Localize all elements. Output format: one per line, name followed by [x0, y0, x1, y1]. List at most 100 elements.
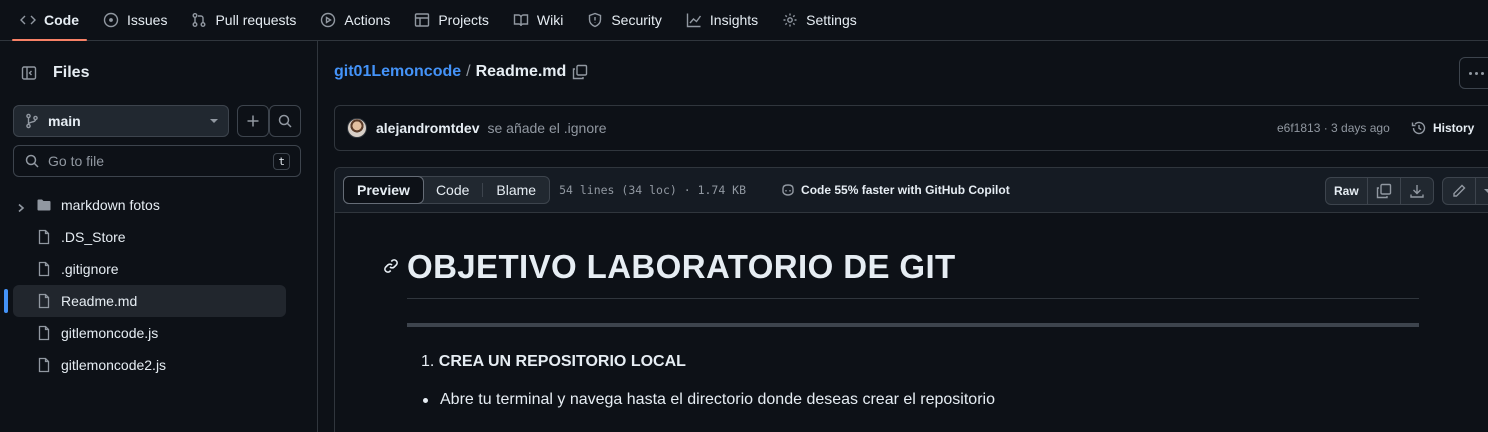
- tree-item-gitlemoncode-js[interactable]: gitlemoncode.js: [0, 317, 318, 349]
- file-icon: [36, 261, 52, 277]
- graph-icon: [686, 13, 701, 28]
- breadcrumb-separator: /: [466, 63, 471, 80]
- go-to-file-input[interactable]: [48, 153, 274, 169]
- gear-icon: [783, 13, 797, 27]
- breadcrumb-repo-link[interactable]: git01Lemoncode: [334, 63, 461, 81]
- heading-block: OBJETIVO LABORATORIO DE GIT: [384, 246, 1419, 299]
- file-tree: markdown fotos .DS_Store .gitignore Read…: [0, 189, 318, 381]
- chevron-down-icon: [1483, 189, 1488, 193]
- download-button[interactable]: [1401, 178, 1433, 204]
- plus-icon: [247, 115, 259, 127]
- tree-item-label: .DS_Store: [61, 229, 126, 245]
- tree-item-gitlemoncode2-js[interactable]: gitlemoncode2.js: [0, 349, 318, 381]
- tab-actions[interactable]: Actions: [312, 3, 398, 37]
- repo-nav: Code Issues Pull requests Actions Projec…: [0, 0, 1488, 41]
- history-icon: [1411, 121, 1426, 135]
- kebab-dot: [1481, 71, 1484, 75]
- book-icon: [513, 14, 529, 27]
- ordered-list-item: 1. CREA UN REPOSITORIO LOCAL: [407, 353, 1419, 371]
- shield-icon: [589, 12, 602, 28]
- tab-settings[interactable]: Settings: [774, 3, 865, 37]
- tab-pull-requests[interactable]: Pull requests: [183, 3, 304, 37]
- table-icon: [415, 13, 430, 27]
- link-icon[interactable]: [383, 258, 399, 274]
- copy-icon: [1376, 183, 1391, 199]
- history-button[interactable]: History: [1411, 120, 1474, 136]
- page-heading: OBJETIVO LABORATORIO DE GIT: [407, 248, 956, 285]
- tab-projects[interactable]: Projects: [406, 3, 497, 37]
- bullet-list-item: Abre tu terminal y navega hasta el direc…: [407, 391, 1419, 409]
- search-button[interactable]: [269, 105, 301, 137]
- raw-button[interactable]: Raw: [1326, 178, 1368, 204]
- copilot-promo[interactable]: Code 55% faster with GitHub Copilot: [780, 182, 1010, 198]
- file-header: Preview Code Blame 54 lines (34 loc) · 1…: [335, 168, 1488, 213]
- branch-icon: [26, 113, 38, 129]
- tree-item-readme[interactable]: Readme.md: [4, 285, 286, 317]
- copilot-icon: [782, 184, 794, 196]
- tab-issues[interactable]: Issues: [95, 3, 175, 37]
- file-icon: [36, 293, 52, 309]
- tab-label: Insights: [709, 12, 759, 28]
- kebab-dot: [1475, 71, 1478, 75]
- tab-label: Security: [611, 12, 662, 28]
- tree-item-label: gitlemoncode2.js: [61, 357, 167, 373]
- raw-actions-group: Raw: [1325, 177, 1434, 205]
- history-label: History: [1433, 121, 1475, 135]
- tab-label: Wiki: [536, 12, 564, 28]
- file-meta: 54 lines (34 loc) · 1.74 KB: [559, 183, 747, 197]
- chevron-right-icon[interactable]: [16, 200, 26, 213]
- collapse-sidebar-button[interactable]: [13, 57, 45, 89]
- branch-name: main: [48, 113, 81, 129]
- bullet-icon: [423, 397, 428, 403]
- go-to-file-field[interactable]: t: [13, 145, 301, 177]
- download-icon: [1409, 185, 1424, 198]
- list-number: 1.: [421, 353, 435, 370]
- tab-label: Projects: [438, 12, 489, 28]
- tree-item-gitignore[interactable]: .gitignore: [0, 253, 318, 285]
- tab-label: Code: [44, 12, 79, 28]
- tree-item-markdown-fotos[interactable]: markdown fotos: [0, 189, 318, 221]
- search-icon: [25, 154, 39, 168]
- view-toggle: Preview Code Blame: [343, 176, 551, 204]
- latest-commit-bar: alejandromtdev se añade el .ignore e6f18…: [334, 105, 1488, 151]
- edit-menu-button[interactable]: [1476, 178, 1488, 204]
- tree-item-label: markdown fotos: [61, 197, 160, 213]
- tab-insights[interactable]: Insights: [678, 3, 766, 37]
- tab-security[interactable]: Security: [579, 3, 670, 37]
- view-code-button[interactable]: Code: [423, 177, 482, 203]
- list-item-text: Abre tu terminal y navega hasta el direc…: [440, 391, 995, 408]
- keyboard-shortcut-hint: t: [273, 152, 290, 170]
- tab-wiki[interactable]: Wiki: [505, 3, 571, 37]
- commit-sha-time[interactable]: e6f1813 · 3 days ago: [1277, 121, 1390, 135]
- tab-label: Actions: [344, 12, 391, 28]
- horizontal-rule: [407, 323, 1419, 327]
- file-icon: [36, 229, 52, 245]
- more-options-button[interactable]: [1459, 57, 1488, 89]
- copy-raw-button[interactable]: [1368, 178, 1401, 204]
- copilot-label: Code 55% faster with GitHub Copilot: [801, 183, 1010, 197]
- tree-item-ds-store[interactable]: .DS_Store: [0, 221, 318, 253]
- sidebar-collapse-icon: [21, 66, 37, 80]
- add-file-button[interactable]: [237, 105, 269, 137]
- view-blame-button[interactable]: Blame: [483, 177, 549, 203]
- view-preview-button[interactable]: Preview: [343, 176, 424, 204]
- issue-icon: [103, 12, 119, 28]
- file-icon: [36, 325, 52, 341]
- commit-message[interactable]: se añade el .ignore: [487, 120, 606, 136]
- avatar[interactable]: [347, 118, 367, 138]
- tree-item-label: Readme.md: [61, 293, 138, 309]
- sidebar-header: Files: [13, 57, 89, 89]
- edit-button[interactable]: [1443, 178, 1476, 204]
- sidebar-title: Files: [53, 64, 90, 81]
- branch-selector[interactable]: main: [13, 105, 229, 137]
- tab-code[interactable]: Code: [12, 3, 87, 41]
- search-icon: [278, 114, 292, 128]
- commit-author[interactable]: alejandromtdev: [376, 120, 479, 136]
- edit-actions-group: [1441, 177, 1488, 205]
- tab-label: Pull requests: [215, 12, 297, 28]
- copy-path-icon[interactable]: [572, 64, 588, 80]
- markdown-body: OBJETIVO LABORATORIO DE GIT 1. CREA UN R…: [384, 246, 1419, 409]
- file-toolbar: Raw: [1325, 177, 1488, 205]
- tree-item-label: .gitignore: [61, 261, 119, 277]
- play-icon: [321, 12, 336, 28]
